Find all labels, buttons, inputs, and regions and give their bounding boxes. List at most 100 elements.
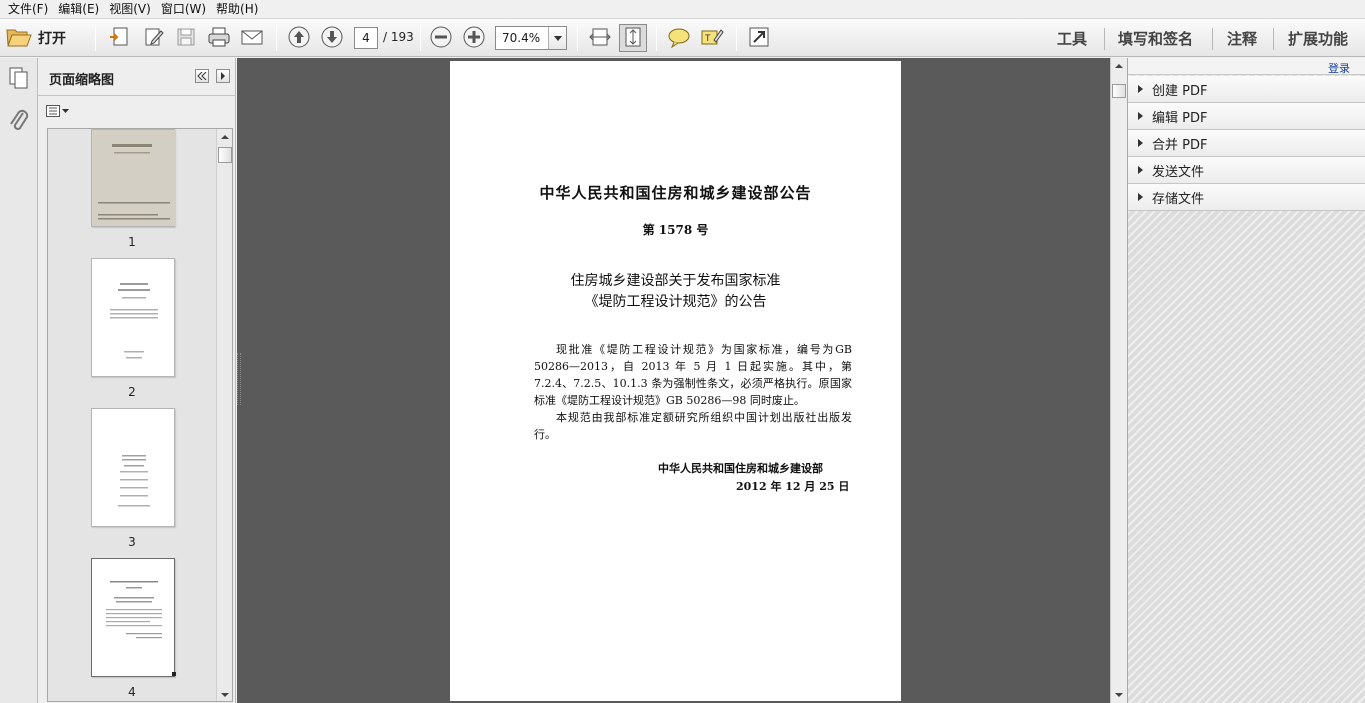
merge-pdf-section[interactable]: 合并 PDF bbox=[1128, 130, 1365, 157]
panel-splitter[interactable] bbox=[237, 353, 241, 405]
chevron-right-icon bbox=[221, 72, 225, 80]
email-button[interactable] bbox=[238, 24, 266, 52]
expand-arrows-icon bbox=[748, 26, 770, 51]
menu-file[interactable]: 文件(F) bbox=[4, 0, 54, 18]
toolbar-separator bbox=[1273, 28, 1274, 50]
toolbar-separator bbox=[276, 25, 277, 51]
fit-width-icon bbox=[589, 26, 611, 51]
thumbnail-page-3[interactable] bbox=[91, 408, 175, 527]
toolbar: 打开 4 / 193 70.4% T 工具 填写和签名 注释 扩展功能 bbox=[0, 18, 1365, 57]
expand-triangle-icon bbox=[1138, 139, 1143, 147]
issuer-name: 中华人民共和国住房和城乡建设部 bbox=[658, 462, 823, 475]
thumbnail-label: 1 bbox=[128, 235, 136, 249]
toolbar-separator bbox=[1104, 28, 1105, 50]
announcement-number: 第 1578 号 bbox=[642, 223, 709, 237]
section-label: 合并 PDF bbox=[1152, 137, 1208, 153]
create-pdf-tool-button[interactable] bbox=[105, 24, 133, 52]
expand-triangle-icon bbox=[1138, 166, 1143, 174]
document-scrollbar[interactable] bbox=[1110, 58, 1127, 703]
fit-width-button[interactable] bbox=[586, 24, 614, 52]
announcement-subtitle-line1: 住房城乡建设部关于发布国家标准 bbox=[570, 273, 781, 289]
toolbar-separator bbox=[1212, 28, 1213, 50]
announcement-subtitle-line2: 《堤防工程设计规范》的公告 bbox=[584, 294, 767, 310]
page-count: / 193 bbox=[383, 30, 414, 44]
save-button[interactable] bbox=[172, 24, 200, 52]
page-number-input[interactable]: 4 bbox=[354, 27, 378, 49]
zoom-out-button[interactable] bbox=[427, 24, 455, 52]
edit-document-button[interactable] bbox=[140, 24, 168, 52]
store-file-section[interactable]: 存储文件 bbox=[1128, 184, 1365, 211]
printer-icon bbox=[207, 26, 231, 51]
next-page-button[interactable] bbox=[318, 24, 346, 52]
edit-pencil-icon bbox=[143, 26, 165, 51]
expand-triangle-icon bbox=[1138, 193, 1143, 201]
document-view[interactable]: 中华人民共和国住房和城乡建设部公告 第 1578 号 住房城乡建设部关于发布国家… bbox=[237, 58, 1111, 703]
zoom-in-button[interactable] bbox=[460, 24, 488, 52]
extended-tab[interactable]: 扩展功能 bbox=[1288, 28, 1348, 49]
thumbnail-scroll-thumb[interactable] bbox=[218, 147, 232, 163]
options-list-icon bbox=[46, 105, 60, 117]
menu-edit[interactable]: 编辑(E) bbox=[54, 0, 105, 18]
fit-page-icon bbox=[622, 26, 644, 51]
highlight-button[interactable]: T bbox=[698, 24, 726, 52]
thumbnail-label: 2 bbox=[128, 385, 136, 399]
speech-bubble-icon bbox=[667, 26, 691, 51]
navigation-rail bbox=[0, 58, 38, 703]
comment-button[interactable] bbox=[665, 24, 693, 52]
document-page: 中华人民共和国住房和城乡建设部公告 第 1578 号 住房城乡建设部关于发布国家… bbox=[450, 61, 901, 701]
login-link[interactable]: 登录 bbox=[1328, 60, 1350, 76]
paperclip-icon[interactable] bbox=[8, 108, 30, 130]
page-thumbnails-icon[interactable] bbox=[8, 66, 30, 89]
open-label: 打开 bbox=[38, 31, 66, 47]
highlight-marker-icon: T bbox=[700, 26, 724, 51]
svg-text:T: T bbox=[705, 33, 711, 43]
thumbnail-list[interactable]: 1 2 3 4 bbox=[47, 128, 233, 702]
announcement-body: 现批准《堤防工程设计规范》为国家标准，编号为GB 50286—2013，自 20… bbox=[534, 341, 852, 443]
arrow-up-circle-icon bbox=[287, 25, 311, 52]
edit-pdf-section[interactable]: 编辑 PDF bbox=[1128, 103, 1365, 130]
body-paragraph: 本规范由我部标准定额研究所组织中国计划出版社出版发行。 bbox=[534, 411, 852, 441]
thumbnail-scrollbar[interactable] bbox=[216, 129, 232, 701]
expand-triangle-icon bbox=[1138, 112, 1143, 120]
plus-circle-icon bbox=[462, 25, 486, 52]
expand-panel-button[interactable] bbox=[216, 69, 230, 83]
open-button[interactable]: 打开 bbox=[6, 24, 66, 52]
folder-open-icon bbox=[6, 26, 32, 51]
section-label: 编辑 PDF bbox=[1152, 110, 1208, 126]
menu-help[interactable]: 帮助(H) bbox=[212, 0, 264, 18]
thumbnails-header: 页面缩略图 bbox=[38, 58, 236, 96]
zoom-select[interactable]: 70.4% bbox=[495, 26, 567, 50]
zoom-value: 70.4% bbox=[502, 31, 541, 45]
full-screen-button[interactable] bbox=[745, 24, 773, 52]
thumbnail-label: 3 bbox=[128, 535, 136, 549]
send-file-section[interactable]: 发送文件 bbox=[1128, 157, 1365, 184]
menu-bar: 文件(F) 编辑(E) 视图(V) 窗口(W) 帮助(H) bbox=[0, 0, 1365, 18]
section-label: 发送文件 bbox=[1152, 164, 1205, 180]
menu-window[interactable]: 窗口(W) bbox=[157, 0, 212, 18]
toolbar-separator bbox=[736, 25, 737, 51]
thumbnails-panel: 页面缩略图 1 2 3 4 bbox=[38, 58, 236, 703]
collapse-panel-button[interactable] bbox=[195, 69, 209, 83]
document-scroll-thumb[interactable] bbox=[1112, 84, 1126, 98]
chevron-down-icon bbox=[62, 109, 69, 113]
fit-page-button[interactable] bbox=[619, 24, 647, 52]
thumbnail-page-1[interactable] bbox=[91, 129, 176, 227]
arrow-down-circle-icon bbox=[320, 25, 344, 52]
fill-sign-tab[interactable]: 填写和签名 bbox=[1118, 28, 1193, 49]
body-paragraph: 现批准《堤防工程设计规范》为国家标准，编号为GB 50286—2013，自 20… bbox=[534, 343, 852, 407]
create-document-icon bbox=[108, 26, 130, 51]
scroll-up-arrow-icon bbox=[221, 135, 229, 139]
print-button[interactable] bbox=[205, 24, 233, 52]
thumbnails-title: 页面缩略图 bbox=[49, 73, 115, 88]
thumbnail-page-4[interactable] bbox=[91, 558, 176, 677]
thumbnail-page-2[interactable] bbox=[91, 258, 175, 377]
thumbnail-label: 4 bbox=[128, 685, 136, 699]
previous-page-button[interactable] bbox=[285, 24, 313, 52]
chevron-down-icon[interactable] bbox=[548, 27, 566, 49]
thumbnail-options-button[interactable] bbox=[46, 105, 69, 117]
create-pdf-section[interactable]: 创建 PDF bbox=[1128, 76, 1365, 103]
tools-tab[interactable]: 工具 bbox=[1057, 28, 1087, 49]
menu-view[interactable]: 视图(V) bbox=[105, 0, 157, 18]
issue-date: 2012 年 12 月 25 日 bbox=[736, 480, 850, 493]
comment-tab[interactable]: 注释 bbox=[1227, 28, 1257, 49]
